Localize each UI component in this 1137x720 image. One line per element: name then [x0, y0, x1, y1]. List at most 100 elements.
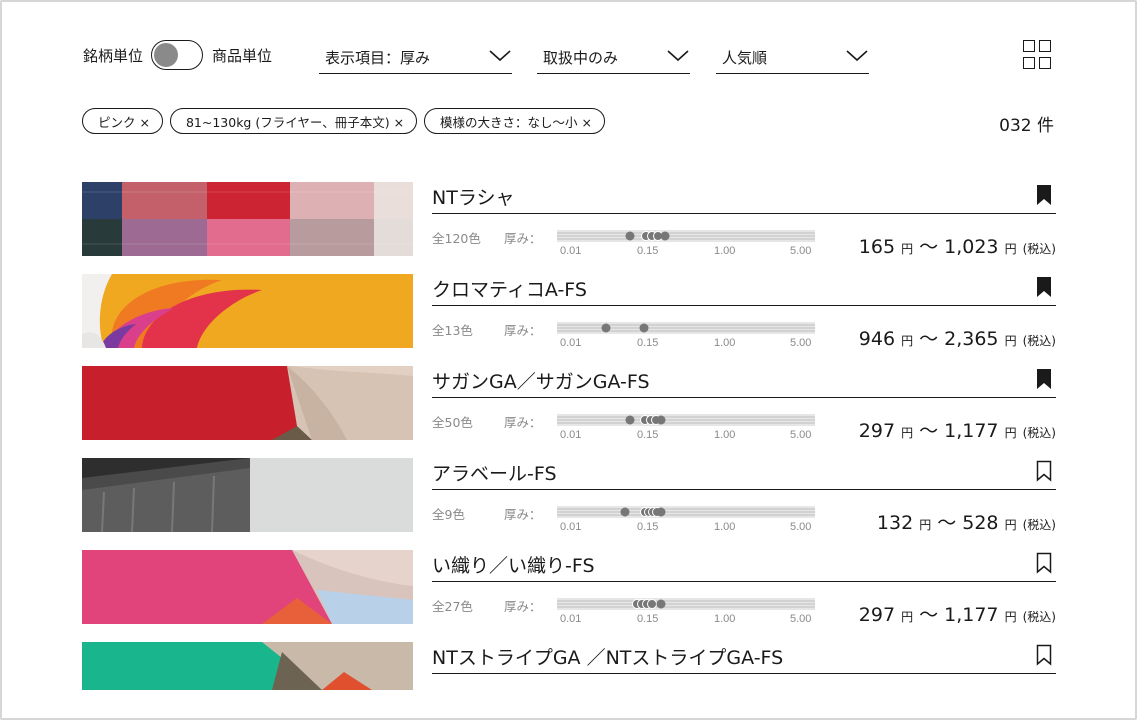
product-name-row[interactable]: NTストライプGA ／NTストライプGA-FS [432, 642, 1056, 674]
price-max: 1,023 [944, 236, 999, 258]
product-thumbnail[interactable] [82, 366, 413, 440]
tax-label: (税込) [1022, 610, 1056, 624]
tilde: ～ [919, 236, 939, 258]
tick-label: 0.01 [560, 429, 581, 440]
product-name-row[interactable]: サガンGA／サガンGA-FS [432, 366, 1056, 398]
filter-chip-weight[interactable]: 81~130kg (フライヤー、冊子本文) × [169, 108, 418, 134]
tick-label: 1.00 [714, 613, 735, 624]
price-range: 946 円 ～ 2,365 円 (税込) [859, 324, 1056, 351]
tick-label: 0.01 [560, 245, 581, 256]
chevron-down-icon [489, 50, 511, 62]
product-name: サガンGA／サガンGA-FS [432, 371, 650, 393]
bookmark-filled-icon[interactable] [1036, 184, 1052, 206]
availability-dropdown[interactable]: 取扱中のみ [537, 42, 690, 74]
thickness-scale: 0.01 0.15 1.00 5.00 [557, 414, 815, 440]
bookmark-outline-icon[interactable] [1036, 644, 1052, 666]
product-item: い織り／い織り-FS 全27色 厚み： 0.01 0.15 1.00 5.00 … [82, 550, 1056, 627]
tax-label: (税込) [1022, 426, 1056, 440]
color-count: 全9色 [432, 507, 465, 522]
product-item: サガンGA／サガンGA-FS 全50色 厚み： 0.01 0.15 1.00 5… [82, 366, 1056, 442]
yen-label: 円 [901, 426, 914, 440]
filter-chip-pink[interactable]: ピンク × [82, 108, 163, 134]
product-name-row[interactable]: NTラシャ [432, 182, 1056, 214]
tick-label: 1.00 [714, 521, 735, 532]
price-min: 132 [876, 512, 914, 534]
product-thumbnail[interactable] [82, 458, 413, 532]
color-count: 全13色 [432, 323, 473, 338]
switch-knob [154, 43, 179, 67]
thickness-scale: 0.01 0.15 1.00 5.00 [557, 598, 815, 624]
tilde: ～ [919, 604, 939, 626]
price-max: 2,365 [944, 328, 999, 350]
bookmark-filled-icon[interactable] [1036, 276, 1052, 298]
product-name-row[interactable]: アラベール-FS [432, 458, 1056, 490]
price-min: 297 [858, 420, 896, 442]
yen-label: 円 [901, 610, 914, 624]
availability-value: 取扱中のみ [543, 49, 619, 67]
price-min: 165 [858, 236, 896, 258]
thickness-label: 厚み： [504, 323, 542, 338]
tick-label: 0.15 [637, 521, 658, 532]
thickness-label: 厚み： [504, 231, 542, 246]
tick-label: 5.00 [790, 245, 811, 256]
filter-chips: ピンク × 81~130kg (フライヤー、冊子本文) × 模様の大きさ：なし～… [82, 108, 605, 134]
price-min: 297 [858, 604, 896, 626]
product-name: NTラシャ [432, 187, 515, 209]
yen-label: 円 [919, 518, 932, 532]
bookmark-outline-icon[interactable] [1036, 552, 1052, 574]
display-item-dropdown[interactable]: 表示項目：厚み [319, 42, 512, 74]
sort-dropdown[interactable]: 人気順 [716, 42, 869, 74]
price-min: 946 [858, 328, 896, 350]
yen-label: 円 [1004, 242, 1017, 256]
chip-label: ピンク × [98, 114, 150, 130]
thickness-label: 厚み： [504, 507, 542, 522]
product-name-row[interactable]: クロマティコA-FS [432, 274, 1056, 306]
product-name: NTストライプGA ／NTストライプGA-FS [432, 647, 784, 669]
tax-label: (税込) [1022, 334, 1056, 348]
price-range: 297 円 ～ 1,177 円 (税込) [859, 600, 1056, 627]
tick-label: 0.15 [637, 245, 658, 256]
tick-label: 1.00 [714, 337, 735, 348]
tick-label: 0.01 [560, 337, 581, 348]
grid-view-icon[interactable] [1023, 40, 1053, 71]
product-item: クロマティコA-FS 全13色 厚み： 0.01 0.15 1.00 5.00 … [82, 274, 1056, 351]
product-thumbnail[interactable] [82, 550, 413, 624]
product-item: NTラシャ 全120色 厚み： 0.01 0.15 1.00 5.00 165 … [82, 182, 1056, 259]
thickness-label: 厚み： [504, 599, 542, 614]
color-count: 全27色 [432, 599, 473, 614]
tick-label: 5.00 [790, 521, 811, 532]
thickness-scale: 0.01 0.15 1.00 5.00 [557, 230, 815, 256]
tick-label: 0.15 [637, 429, 658, 440]
yen-label: 円 [1004, 518, 1017, 532]
product-item: NTストライプGA ／NTストライプGA-FS [82, 642, 1056, 690]
filter-chip-pattern[interactable]: 模様の大きさ：なし～小 × [424, 108, 605, 134]
display-item-value: 表示項目：厚み [325, 49, 431, 67]
bookmark-outline-icon[interactable] [1036, 460, 1052, 482]
thickness-label: 厚み： [504, 415, 542, 430]
product-name: アラベール-FS [432, 463, 557, 485]
yen-label: 円 [901, 242, 914, 256]
chevron-down-icon [667, 50, 689, 62]
product-thumbnail[interactable] [82, 182, 413, 256]
unit-switch[interactable] [151, 40, 204, 70]
product-thumbnail[interactable] [82, 274, 413, 348]
unit-right-label: 商品単位 [212, 46, 273, 65]
thickness-scale: 0.01 0.15 1.00 5.00 [557, 322, 815, 348]
tax-label: (税込) [1022, 518, 1056, 532]
color-count: 全50色 [432, 415, 473, 430]
tick-label: 5.00 [790, 337, 811, 348]
product-item: アラベール-FS 全9色 厚み： 0.01 0.15 1.00 5.00 132… [82, 458, 1056, 534]
tilde: ～ [919, 420, 939, 442]
yen-label: 円 [1004, 610, 1017, 624]
toolbar: 銘柄単位 商品単位 表示項目：厚み 取扱中のみ 人気順 [83, 40, 1063, 74]
price-max: 1,177 [944, 604, 999, 626]
product-name-row[interactable]: い織り／い織り-FS [432, 550, 1056, 582]
price-range: 165 円 ～ 1,023 円 (税込) [859, 232, 1056, 259]
yen-label: 円 [1004, 426, 1017, 440]
product-thumbnail[interactable] [82, 642, 413, 690]
tick-label: 0.15 [637, 337, 658, 348]
product-name: い織り／い織り-FS [432, 555, 595, 577]
tick-label: 0.01 [560, 613, 581, 624]
tick-label: 5.00 [790, 429, 811, 440]
bookmark-filled-icon[interactable] [1036, 368, 1052, 390]
